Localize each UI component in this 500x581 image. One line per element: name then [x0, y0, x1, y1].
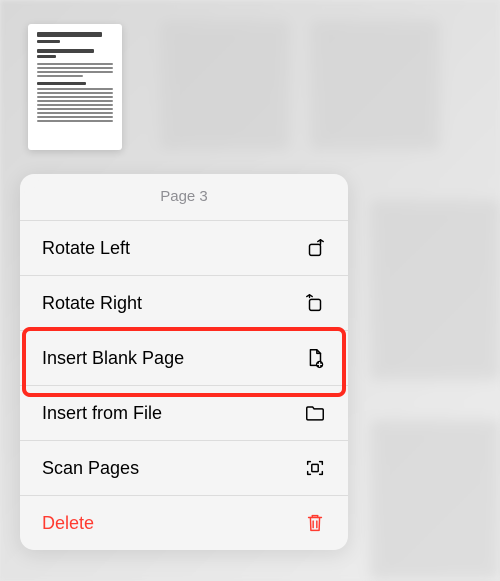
- rotate-right-icon: [304, 292, 326, 314]
- menu-item-label: Delete: [42, 513, 94, 534]
- menu-item-scan-pages[interactable]: Scan Pages: [20, 440, 348, 495]
- menu-item-label: Rotate Right: [42, 293, 142, 314]
- menu-title: Page 3: [20, 174, 348, 220]
- rotate-left-icon: [304, 237, 326, 259]
- insert-blank-page-icon: [304, 347, 326, 369]
- menu-item-label: Insert Blank Page: [42, 348, 184, 369]
- menu-item-rotate-left[interactable]: Rotate Left: [20, 220, 348, 275]
- trash-icon: [304, 512, 326, 534]
- menu-item-label: Scan Pages: [42, 458, 139, 479]
- menu-item-delete[interactable]: Delete: [20, 495, 348, 550]
- context-menu: Page 3 Rotate Left Rotate Right Insert B…: [20, 174, 348, 550]
- page-thumbnail[interactable]: [28, 24, 122, 150]
- scan-icon: [304, 457, 326, 479]
- folder-icon: [304, 402, 326, 424]
- menu-item-insert-from-file[interactable]: Insert from File: [20, 385, 348, 440]
- menu-item-rotate-right[interactable]: Rotate Right: [20, 275, 348, 330]
- menu-item-label: Insert from File: [42, 403, 162, 424]
- menu-item-insert-blank-page[interactable]: Insert Blank Page: [20, 330, 348, 385]
- menu-item-label: Rotate Left: [42, 238, 130, 259]
